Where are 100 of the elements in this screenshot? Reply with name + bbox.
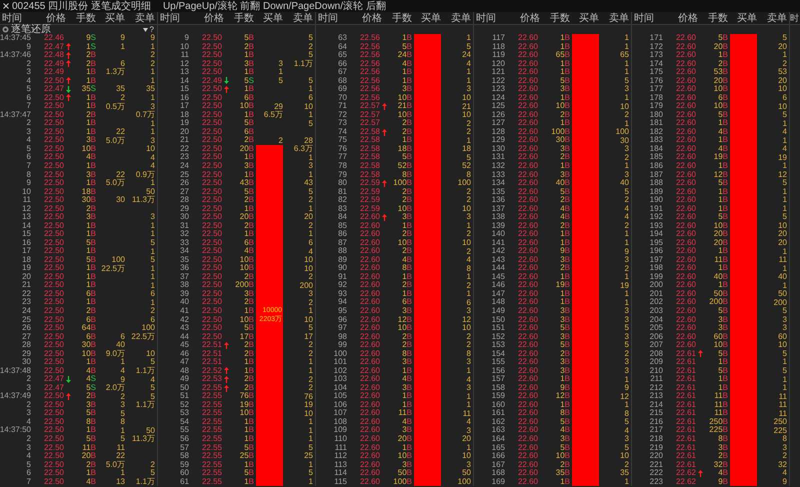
volume-cell: 40B bbox=[714, 272, 728, 282]
order-count: 29 bbox=[274, 102, 283, 111]
time-cell: 14:37:49 bbox=[0, 392, 31, 401]
order-count: 10 bbox=[620, 452, 629, 460]
time-cell: 17 bbox=[22, 247, 31, 256]
order-amount: 1.1万 bbox=[136, 401, 155, 410]
volume-cell-text: 2B bbox=[718, 60, 728, 68]
volume-cell: 76B bbox=[240, 392, 254, 401]
price-cell: 22.60 bbox=[518, 68, 538, 77]
order-count: 1 bbox=[624, 290, 629, 298]
volume-cell: 5B bbox=[560, 341, 570, 350]
price-cell: 22.56 bbox=[360, 51, 380, 60]
volume-cell: 8B bbox=[560, 409, 570, 418]
order-count: 10 bbox=[304, 256, 313, 264]
order-count: 19 bbox=[620, 282, 629, 290]
time-cell: 84 bbox=[338, 213, 347, 222]
order-count: 2 bbox=[466, 128, 471, 136]
volume-cell: 1B bbox=[244, 110, 254, 120]
order-count: 10 bbox=[462, 111, 471, 120]
price-cell: 22.60 bbox=[360, 375, 380, 384]
time-cell: 123 bbox=[492, 85, 505, 94]
time-cell: 78 bbox=[338, 162, 347, 170]
price-cell-text: 22.50 bbox=[44, 460, 64, 469]
column-header: 卖单 bbox=[608, 12, 630, 26]
volume-cell-text: 17B bbox=[240, 332, 254, 341]
volume-cell: 1B bbox=[86, 426, 96, 435]
filter-icon[interactable] bbox=[142, 28, 148, 32]
price-cell-text: 22.50 bbox=[44, 350, 64, 358]
price-cell-text: 22.60 bbox=[518, 332, 538, 341]
price-cell: 22.60 bbox=[518, 478, 538, 486]
order-count: 3 bbox=[150, 213, 155, 222]
volume-cell: 1B bbox=[402, 392, 412, 401]
order-count: 10 bbox=[462, 452, 471, 460]
volume-cell-text: 2B bbox=[402, 332, 412, 341]
time-cell-text: 3 bbox=[26, 384, 31, 392]
volume-cell: 3B bbox=[718, 324, 728, 333]
time-cell: 148 bbox=[492, 298, 505, 307]
close-button[interactable] bbox=[1, 1, 11, 11]
price-cell-text: 22.58 bbox=[360, 128, 380, 136]
time-cell: 97 bbox=[338, 324, 347, 333]
volume-cell: 1B bbox=[244, 153, 254, 162]
order-count: 10 bbox=[778, 222, 787, 230]
time-cell: 156 bbox=[492, 366, 505, 376]
order-count: 5 bbox=[466, 154, 471, 162]
volume-cell: 4B bbox=[86, 478, 96, 486]
time-cell: 30 bbox=[22, 358, 31, 367]
time-cell: 176 bbox=[650, 76, 663, 86]
price-cell: 22.55 bbox=[202, 478, 222, 486]
order-count: 21 bbox=[462, 102, 471, 111]
help-icon[interactable]: ? bbox=[150, 25, 154, 34]
order-count: 1 bbox=[120, 42, 125, 51]
price-cell: 22.60 bbox=[518, 162, 538, 170]
time-cell-text: 89 bbox=[338, 256, 347, 264]
price-cell: 22.61 bbox=[676, 434, 696, 444]
toggle-icon[interactable] bbox=[2, 26, 9, 33]
order-count: 6 bbox=[308, 239, 313, 248]
price-cell-text: 22.50 bbox=[44, 256, 64, 264]
time-cell: 30 bbox=[180, 213, 189, 222]
column-header: 时间 bbox=[633, 12, 655, 26]
volume-cell: 1B bbox=[560, 34, 570, 43]
order-count: 5 bbox=[150, 256, 155, 264]
volume-cell-text: 3B bbox=[560, 144, 570, 153]
price-cell-text: 22.58 bbox=[360, 144, 380, 153]
time-cell-text: 2 bbox=[26, 60, 31, 68]
volume-cell: 30B bbox=[82, 196, 96, 205]
time-cell: 86 bbox=[338, 230, 347, 239]
price-cell: 22.60 bbox=[360, 434, 380, 444]
toggle-label[interactable]: 逐笔还原 bbox=[11, 25, 51, 34]
time-cell: 103 bbox=[334, 375, 347, 384]
volume-cell: 4B bbox=[86, 153, 96, 162]
time-cell: 132 bbox=[492, 162, 505, 170]
time-cell-text: 68 bbox=[338, 76, 347, 85]
volume-cell: 64B bbox=[82, 324, 96, 333]
order-count: 9 bbox=[624, 248, 629, 256]
volume-cell-text: 19B bbox=[240, 400, 254, 409]
order-count: 11 bbox=[116, 444, 125, 452]
price-cell-text: 22.50 bbox=[44, 222, 64, 230]
time-cell: 4 bbox=[26, 136, 31, 145]
time-cell: 142 bbox=[492, 247, 505, 256]
order-count: 50 bbox=[778, 290, 787, 298]
price-cell: 22.60 bbox=[676, 196, 696, 205]
price-cell: 22.60 bbox=[360, 452, 380, 461]
price-cell: 22.60 bbox=[360, 264, 380, 273]
time-cell: 76 bbox=[338, 144, 347, 154]
volume-cell: 1B bbox=[86, 222, 96, 230]
time-cell-text: 133 bbox=[492, 170, 505, 179]
volume-cell: 100B bbox=[393, 478, 412, 486]
time-cell: 113 bbox=[334, 460, 347, 470]
order-count: 6 bbox=[150, 290, 155, 298]
time-cell: 112 bbox=[334, 452, 347, 461]
time-cell: 200 bbox=[650, 281, 663, 290]
order-count: 1 bbox=[308, 111, 313, 120]
time-cell: 56 bbox=[180, 434, 189, 444]
time-cell: 99 bbox=[338, 341, 347, 350]
time-cell-text: 137 bbox=[492, 204, 505, 213]
time-cell: 217 bbox=[650, 426, 663, 435]
price-cell: 22.50 bbox=[202, 136, 222, 145]
time-cell-text: 135 bbox=[492, 188, 505, 196]
volume-cell: 2B bbox=[244, 341, 254, 350]
price-cell-text: 22.60 bbox=[518, 110, 538, 119]
